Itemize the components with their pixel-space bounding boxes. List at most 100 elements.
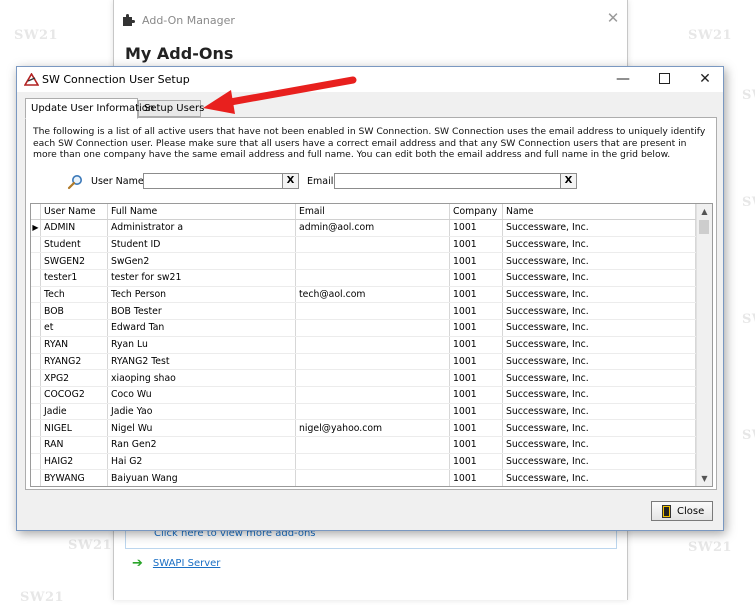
cell-email[interactable] [295,319,450,337]
cell-company-name[interactable]: Successware, Inc. [502,286,696,304]
chevron-up-icon[interactable]: ▲ [697,204,712,219]
cell-username[interactable]: Student [40,236,108,254]
cell-email[interactable] [295,252,450,271]
cell-company[interactable]: 1001 [449,453,503,471]
cell-username[interactable]: Jadie [40,403,108,421]
cell-username[interactable]: RAN [40,436,108,454]
cell-username[interactable]: RYANG2 [40,353,108,371]
cell-company[interactable]: 1001 [449,403,503,421]
window-close-button[interactable]: ✕ [685,67,725,92]
row-selector[interactable] [31,436,41,454]
cell-full-name[interactable]: xiaoping shao [107,369,296,387]
cell-email[interactable]: admin@aol.com [295,219,450,237]
close-icon[interactable]: ✕ [605,10,621,26]
table-row[interactable]: BOB BOB Tester 1001 Successware, Inc. [31,302,696,321]
table-row[interactable]: et Edward Tan 1001 Successware, Inc. [31,319,696,337]
cell-company-name[interactable]: Successware, Inc. [502,302,696,321]
row-selector[interactable] [31,286,41,304]
cell-full-name[interactable]: Edward Tan [107,319,296,337]
table-row[interactable]: COCOG2 Coco Wu 1001 Successware, Inc. [31,386,696,404]
username-filter-input[interactable] [143,173,283,189]
cell-company[interactable]: 1001 [449,369,503,387]
row-selector[interactable] [31,403,41,421]
cell-username[interactable]: HAIG2 [40,453,108,471]
cell-email[interactable] [295,369,450,387]
cell-username[interactable]: Tech [40,286,108,304]
cell-username[interactable]: tester1 [40,269,108,287]
table-row[interactable]: RYAN Ryan Lu 1001 Successware, Inc. [31,336,696,354]
cell-company[interactable]: 1001 [449,302,503,321]
users-grid[interactable]: User Name Full Name Email Company Name ▶… [30,203,713,487]
table-row[interactable]: RAN Ran Gen2 1001 Successware, Inc. [31,436,696,454]
tab-update-user-information[interactable]: Update User Information [25,98,154,119]
row-selector[interactable] [31,369,41,387]
row-selector[interactable] [31,302,41,321]
cell-email[interactable] [295,403,450,421]
scrollbar-thumb[interactable] [699,220,709,234]
cell-full-name[interactable]: Nigel Wu [107,419,296,437]
close-button[interactable]: Close [651,501,713,521]
column-header[interactable]: Company [449,204,503,220]
row-selector[interactable] [31,236,41,254]
cell-email[interactable] [295,436,450,454]
cell-email[interactable] [295,386,450,404]
cell-company[interactable]: 1001 [449,252,503,271]
row-selector[interactable] [31,252,41,271]
cell-company[interactable]: 1001 [449,353,503,371]
row-selector[interactable]: ▶ [31,219,41,237]
column-header[interactable]: User Name [40,204,108,220]
cell-company-name[interactable]: Successware, Inc. [502,469,696,486]
table-row[interactable]: Jadie Jadie Yao 1001 Successware, Inc. [31,403,696,421]
cell-company[interactable]: 1001 [449,419,503,437]
cell-username[interactable]: BYWANG [40,469,108,486]
table-row[interactable]: ▶ ADMIN Administrator a admin@aol.com 1001 Su… [31,219,696,237]
cell-username[interactable]: NIGEL [40,419,108,437]
column-header[interactable]: Name [502,204,696,220]
cell-full-name[interactable]: Tech Person [107,286,296,304]
cell-company[interactable]: 1001 [449,319,503,337]
cell-full-name[interactable]: Administrator a [107,219,296,237]
cell-company-name[interactable]: Successware, Inc. [502,369,696,387]
row-selector[interactable] [31,353,41,371]
chevron-down-icon[interactable]: ▼ [697,471,712,486]
row-selector[interactable] [31,386,41,404]
cell-company-name[interactable]: Successware, Inc. [502,269,696,287]
cell-email[interactable] [295,302,450,321]
email-filter-input[interactable] [334,173,561,189]
cell-company[interactable]: 1001 [449,219,503,237]
row-selector[interactable] [31,453,41,471]
cell-company-name[interactable]: Successware, Inc. [502,336,696,354]
column-header[interactable]: Email [295,204,450,220]
column-header[interactable]: Full Name [107,204,296,220]
cell-company-name[interactable]: Successware, Inc. [502,353,696,371]
cell-full-name[interactable]: Ryan Lu [107,336,296,354]
table-row[interactable]: Student Student ID 1001 Successware, Inc. [31,236,696,254]
cell-email[interactable] [295,236,450,254]
cell-email[interactable]: tech@aol.com [295,286,450,304]
swapi-server-link[interactable]: SWAPI Server [153,558,220,569]
cell-username[interactable]: COCOG2 [40,386,108,404]
cell-full-name[interactable]: Hai G2 [107,453,296,471]
minimize-button[interactable]: — [603,67,643,92]
cell-full-name[interactable]: Student ID [107,236,296,254]
cell-username[interactable]: SWGEN2 [40,252,108,271]
cell-company-name[interactable]: Successware, Inc. [502,386,696,404]
cell-company-name[interactable]: Successware, Inc. [502,453,696,471]
cell-email[interactable] [295,336,450,354]
cell-company-name[interactable]: Successware, Inc. [502,419,696,437]
cell-username[interactable]: et [40,319,108,337]
cell-company[interactable]: 1001 [449,469,503,486]
cell-company-name[interactable]: Successware, Inc. [502,319,696,337]
cell-username[interactable]: RYAN [40,336,108,354]
cell-company[interactable]: 1001 [449,269,503,287]
cell-full-name[interactable]: tester for sw21 [107,269,296,287]
cell-full-name[interactable]: BOB Tester [107,302,296,321]
table-row[interactable]: SWGEN2 SwGen2 1001 Successware, Inc. [31,252,696,271]
cell-full-name[interactable]: Jadie Yao [107,403,296,421]
cell-company[interactable]: 1001 [449,436,503,454]
cell-company-name[interactable]: Successware, Inc. [502,236,696,254]
table-row[interactable]: NIGEL Nigel Wu nigel@yahoo.com 1001 Successw… [31,419,696,437]
cell-company[interactable]: 1001 [449,386,503,404]
cell-company[interactable]: 1001 [449,336,503,354]
row-selector[interactable] [31,319,41,337]
